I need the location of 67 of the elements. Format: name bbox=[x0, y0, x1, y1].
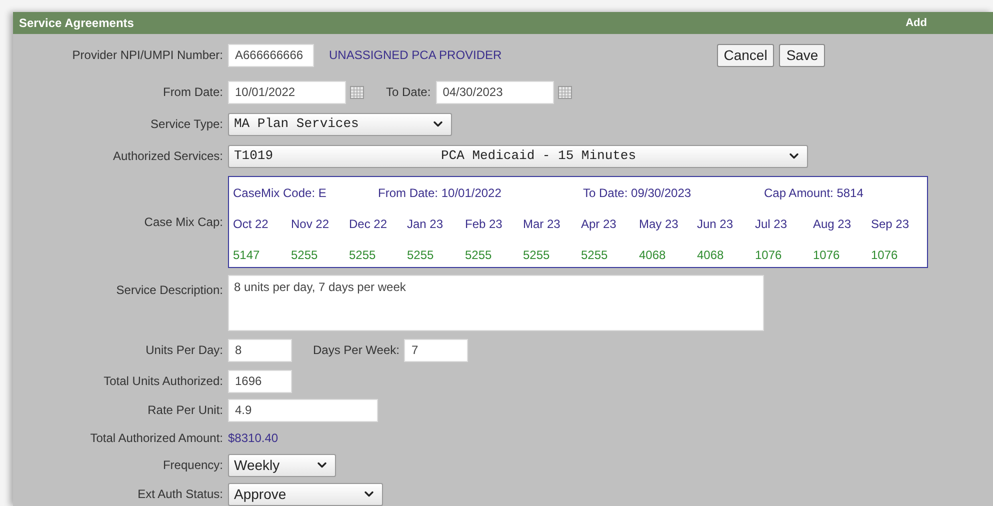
dropdown-select[interactable]: Approve bbox=[228, 482, 383, 506]
calendar-icon[interactable] bbox=[350, 86, 364, 98]
add-link[interactable]: Add bbox=[906, 14, 927, 32]
provider-name: UNASSIGNED PCA PROVIDER bbox=[329, 47, 502, 64]
month-amount: 1076 bbox=[813, 247, 841, 264]
select-value: Weekly bbox=[234, 456, 280, 475]
field-label: Provider NPI/UMPI Number: bbox=[72, 48, 223, 62]
field-label: Service Type: bbox=[150, 117, 223, 131]
service-description: PCA Medicaid - 15 Minutes bbox=[441, 147, 636, 166]
month-amount: 5255 bbox=[349, 247, 377, 264]
input-field[interactable]: 10/01/2022 bbox=[228, 80, 346, 104]
month-amount: 4068 bbox=[639, 247, 667, 264]
action-button[interactable]: Cancel bbox=[716, 44, 774, 66]
month-amount: 5255 bbox=[407, 247, 435, 264]
month-label: Sep 23 bbox=[871, 216, 910, 233]
cap-amount: Cap Amount: 5814 bbox=[764, 185, 864, 202]
dropdown-select[interactable]: Weekly bbox=[228, 454, 336, 476]
dropdown-select[interactable]: T1019 PCA Medicaid - 15 Minutes bbox=[228, 144, 808, 168]
field-label: Days Per Week: bbox=[313, 342, 400, 359]
month-label: Feb 23 bbox=[465, 216, 504, 233]
month-label: May 23 bbox=[639, 216, 680, 233]
input-field[interactable]: 7 bbox=[404, 338, 468, 362]
field-label: From Date: bbox=[162, 85, 223, 99]
field-label: Frequency: bbox=[162, 458, 223, 472]
input-field[interactable]: 8 bbox=[228, 338, 292, 362]
month-amount: 1076 bbox=[755, 247, 783, 264]
field-label: Case Mix Cap: bbox=[144, 215, 223, 229]
field-label: Ext Auth Status: bbox=[138, 487, 223, 501]
calendar-icon[interactable] bbox=[558, 86, 572, 98]
field-label: Total Units Authorized: bbox=[104, 374, 223, 388]
dropdown-select[interactable]: MA Plan Services bbox=[228, 112, 452, 136]
casemix-to-date: To Date: 09/30/2023 bbox=[583, 185, 692, 202]
month-amount: 5255 bbox=[523, 247, 551, 264]
month-amount: 1076 bbox=[871, 247, 899, 264]
panel-title: Service Agreements bbox=[19, 15, 134, 32]
month-label: Jun 23 bbox=[697, 216, 734, 233]
month-amount: 5255 bbox=[581, 247, 609, 264]
casemix-code: CaseMix Code: E bbox=[233, 185, 328, 202]
input-field[interactable]: 04/30/2023 bbox=[436, 80, 554, 104]
field-label: To Date: bbox=[386, 84, 431, 101]
month-label: Mar 23 bbox=[523, 216, 562, 233]
month-label: Oct 22 bbox=[233, 216, 270, 233]
month-amount: 5255 bbox=[291, 247, 319, 264]
service-code: T1019 bbox=[234, 147, 274, 166]
month-label: Aug 23 bbox=[813, 216, 852, 233]
month-amount: 5255 bbox=[465, 247, 493, 264]
total-amount: $8310.40 bbox=[228, 430, 278, 447]
description-textarea[interactable]: 8 units per day, 7 days per week bbox=[228, 275, 764, 331]
action-button[interactable]: Save bbox=[779, 44, 826, 66]
field-label: Service Description: bbox=[116, 283, 223, 297]
field-label: Authorized Services: bbox=[112, 149, 223, 163]
input-field[interactable]: 4.9 bbox=[228, 398, 378, 422]
month-label: Nov 22 bbox=[291, 216, 330, 233]
select-value: Approve bbox=[234, 484, 286, 504]
month-amount: 4068 bbox=[697, 247, 725, 264]
month-amount: 5147 bbox=[233, 247, 261, 264]
field-label: Units Per Day: bbox=[146, 343, 223, 357]
month-label: Jul 23 bbox=[755, 216, 788, 233]
month-label: Dec 22 bbox=[349, 216, 388, 233]
input-field[interactable]: A666666666 bbox=[228, 44, 314, 66]
input-field[interactable]: 1696 bbox=[228, 370, 292, 392]
field-label: Total Authorized Amount: bbox=[90, 431, 223, 445]
month-label: Apr 23 bbox=[581, 216, 618, 233]
field-label: Rate Per Unit: bbox=[148, 403, 223, 417]
casemix-from-date: From Date: 10/01/2022 bbox=[378, 185, 502, 202]
select-value: MA Plan Services bbox=[234, 115, 359, 134]
month-label: Jan 23 bbox=[407, 216, 444, 233]
